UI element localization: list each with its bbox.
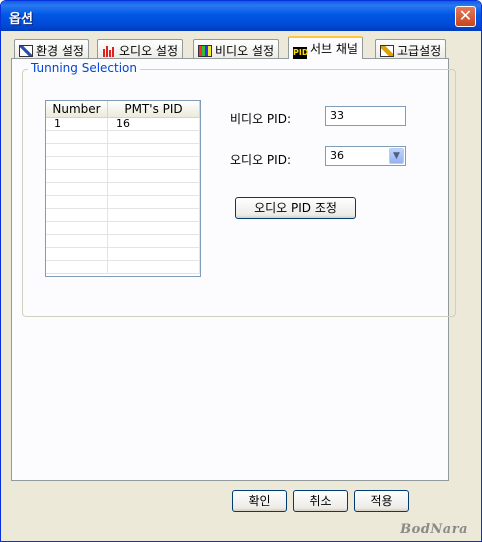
cell-pmt-pid: 16 xyxy=(108,118,200,130)
tab-video[interactable]: 비디오 설정 xyxy=(193,39,280,58)
empty-row xyxy=(46,170,200,183)
empty-row xyxy=(46,131,200,144)
column-header-number[interactable]: Number xyxy=(46,101,108,117)
audio-pid-selected-value: 36 xyxy=(330,149,344,162)
tab-label: 환경 설정 xyxy=(36,44,84,58)
video-pid-label: 비디오 PID: xyxy=(230,112,291,126)
tab-advanced[interactable]: 고급설정 xyxy=(375,39,447,58)
window-title: 옵션 xyxy=(9,12,33,27)
audio-pid-label: 오디오 PID: xyxy=(230,153,291,167)
audio-bars-icon xyxy=(102,45,116,57)
pid-list[interactable]: Number PMT's PID 1 16 xyxy=(45,100,201,277)
empty-row xyxy=(46,248,200,261)
tab-sub-channel[interactable]: PID 서브 채널 xyxy=(288,36,363,59)
chevron-down-icon[interactable]: ▼ xyxy=(389,148,404,164)
dialog-client: 환경 설정 오디오 설정 비디오 설정 PID 서브 채널 고급설정 Tunnin… xyxy=(4,31,478,540)
advanced-icon xyxy=(380,45,394,57)
adjust-audio-pid-button[interactable]: 오디오 PID 조정 xyxy=(235,197,356,219)
tab-label: 비디오 설정 xyxy=(215,44,275,58)
column-header-pmt-pid[interactable]: PMT's PID xyxy=(108,101,200,117)
empty-row xyxy=(46,144,200,157)
empty-row xyxy=(46,183,200,196)
empty-row xyxy=(46,157,200,170)
empty-row xyxy=(46,222,200,235)
options-dialog: 옵션 ✕ 환경 설정 오디오 설정 비디오 설정 PID 서브 채널 고급설정 T… xyxy=(0,0,482,542)
video-pid-input[interactable]: 33 xyxy=(325,106,406,126)
close-button[interactable]: ✕ xyxy=(455,6,476,27)
cancel-button[interactable]: 취소 xyxy=(293,490,348,512)
title-bar[interactable]: 옵션 ✕ xyxy=(1,1,481,31)
empty-row xyxy=(46,261,200,274)
video-icon xyxy=(198,45,212,57)
list-header: Number PMT's PID xyxy=(46,101,200,118)
empty-row xyxy=(46,196,200,209)
table-row[interactable]: 1 16 xyxy=(46,118,200,131)
apply-button[interactable]: 적용 xyxy=(354,490,409,512)
tab-label: 서브 채널 xyxy=(310,42,358,56)
ok-button[interactable]: 확인 xyxy=(232,490,287,512)
watermark: BodNara xyxy=(400,522,468,537)
audio-pid-select[interactable]: 36 ▼ xyxy=(325,146,406,166)
pid-icon: PID xyxy=(293,47,309,59)
environment-icon xyxy=(19,45,33,57)
tab-environment[interactable]: 환경 설정 xyxy=(14,39,89,58)
tab-label: 오디오 설정 xyxy=(119,44,179,58)
empty-row xyxy=(46,209,200,222)
empty-row xyxy=(46,235,200,248)
tab-label: 고급설정 xyxy=(397,44,442,58)
cell-number: 1 xyxy=(46,118,108,130)
tab-audio[interactable]: 오디오 설정 xyxy=(97,39,184,58)
group-label: Tunning Selection xyxy=(28,61,140,75)
